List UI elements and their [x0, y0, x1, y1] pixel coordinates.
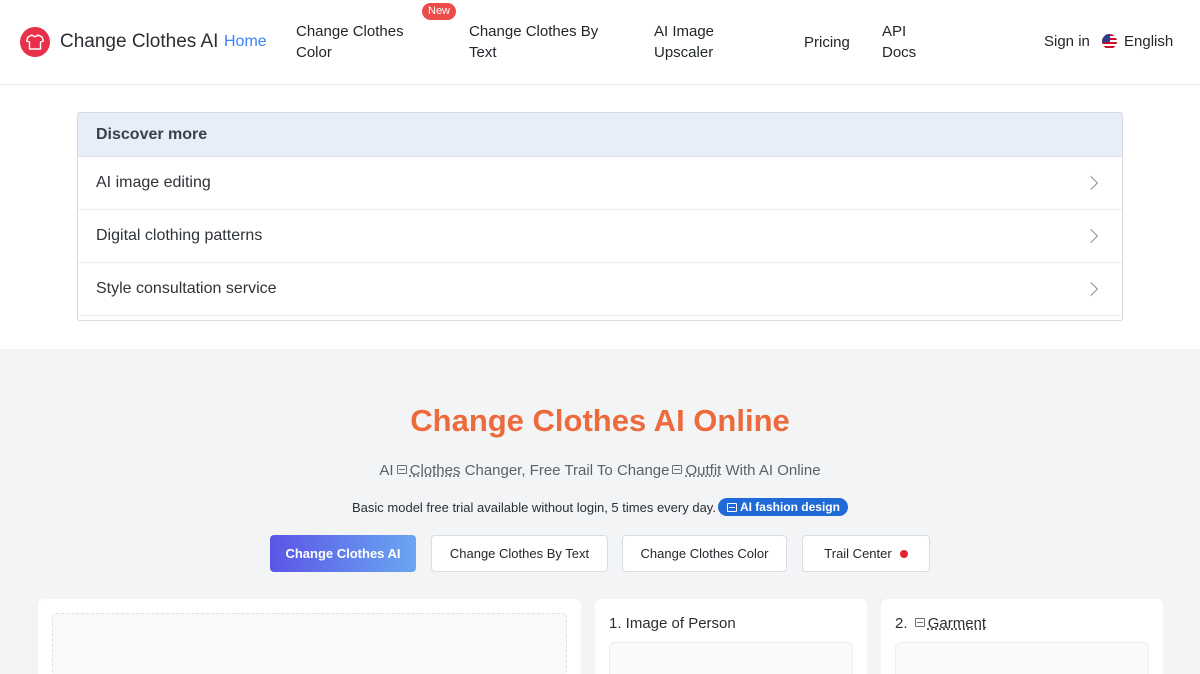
discover-more-panel: Discover more AI image editing Digital c… — [77, 112, 1123, 321]
nav-label-line1: Pricing — [804, 34, 850, 51]
discover-item-label: AI image editing — [96, 174, 211, 191]
chevron-right-icon — [1083, 281, 1099, 297]
hero-subtitle: AI Clothes Changer, Free Trail To Change O… — [0, 462, 1200, 479]
garment-card: 2. Garment — [881, 599, 1163, 674]
nav-label-line1: Change Clothes By — [469, 23, 599, 40]
link-icon — [672, 465, 683, 474]
nav-label-line1: Change Clothes — [296, 23, 404, 40]
nav-label-line2: Text — [469, 44, 497, 61]
nav-change-clothes-color[interactable]: Change Clothes Color — [296, 21, 404, 63]
language-label: English — [1124, 33, 1174, 50]
pill-label: AI fashion design — [739, 500, 840, 514]
discover-item-ai-image-editing[interactable]: AI image editing — [78, 157, 1122, 210]
discover-item-style-consultation[interactable]: Style consultation service — [78, 263, 1122, 316]
nav-home-link[interactable]: Home — [224, 33, 267, 51]
free-trial-note: Basic model free trial available without… — [0, 498, 1200, 516]
sign-in-link[interactable]: Sign in — [1044, 33, 1090, 50]
discover-item-digital-clothing-patterns[interactable]: Digital clothing patterns — [78, 210, 1122, 263]
nav-api-docs[interactable]: API Docs — [882, 21, 916, 63]
nav-ai-image-upscaler[interactable]: AI Image Upscaler — [654, 21, 714, 63]
ai-fashion-design-pill[interactable]: AI fashion design — [717, 498, 848, 516]
nav-label-line2: Upscaler — [654, 44, 714, 61]
chevron-right-icon — [1083, 175, 1099, 191]
nav-label-line2: Color — [296, 44, 332, 61]
discover-more-title: Discover more — [78, 113, 1122, 157]
page-title: Change Clothes AI Online — [410, 403, 790, 438]
brand-name: Change Clothes AI — [60, 31, 219, 52]
tab-label: Change Clothes By Text — [449, 546, 590, 561]
nav-label-line1: AI Image — [654, 23, 715, 40]
result-preview-area — [52, 613, 567, 674]
top-nav-bar: Change Clothes AI Home Change Clothes Co… — [0, 0, 1200, 85]
nav-label-line2: Docs — [882, 44, 917, 61]
nav-pricing[interactable]: Pricing — [804, 32, 850, 53]
clothes-link[interactable]: Clothes — [410, 462, 461, 479]
garment-upload-area[interactable] — [895, 642, 1149, 674]
nav-label-line1: API — [882, 23, 907, 40]
tshirt-logo-icon — [20, 27, 50, 57]
discover-item-label: Digital clothing patterns — [96, 227, 263, 244]
tab-trail-center[interactable]: Trail Center — [802, 535, 930, 572]
chevron-right-icon — [1083, 228, 1099, 244]
free-trial-text: Basic model free trial available without… — [352, 499, 716, 515]
tab-label: Change Clothes Color — [640, 546, 769, 561]
us-flag-icon — [1102, 34, 1117, 49]
tab-label: Change Clothes AI — [285, 546, 401, 561]
link-icon — [914, 618, 925, 627]
tab-change-clothes-by-text[interactable]: Change Clothes By Text — [431, 535, 608, 572]
garment-label: 2. Garment — [895, 615, 986, 632]
tab-label: Trail Center — [824, 546, 892, 561]
person-image-label: 1. Image of Person — [609, 615, 736, 632]
new-badge: New — [422, 3, 457, 20]
person-upload-area[interactable] — [609, 642, 853, 674]
person-image-card: 1. Image of Person — [595, 599, 867, 674]
outfit-link[interactable]: Outfit — [685, 462, 721, 479]
subtitle-text: Changer, Free Trail To Change — [464, 462, 670, 479]
result-preview-card — [38, 599, 581, 674]
link-icon — [726, 502, 737, 512]
discover-item-label: Style consultation service — [96, 280, 277, 297]
garment-step-number: 2. — [895, 615, 908, 632]
nav-change-clothes-by-text[interactable]: Change Clothes By Text — [469, 21, 598, 63]
link-icon — [396, 465, 407, 474]
garment-link[interactable]: Garment — [928, 615, 986, 632]
tab-change-clothes-ai[interactable]: Change Clothes AI — [270, 535, 416, 572]
notification-dot — [899, 549, 908, 558]
tab-change-clothes-color[interactable]: Change Clothes Color — [622, 535, 787, 572]
language-selector[interactable]: English — [1102, 33, 1173, 50]
subtitle-text: AI — [379, 462, 394, 479]
brand-logo-link[interactable]: Change Clothes AI — [20, 27, 218, 57]
subtitle-text: With AI Online — [725, 462, 821, 479]
